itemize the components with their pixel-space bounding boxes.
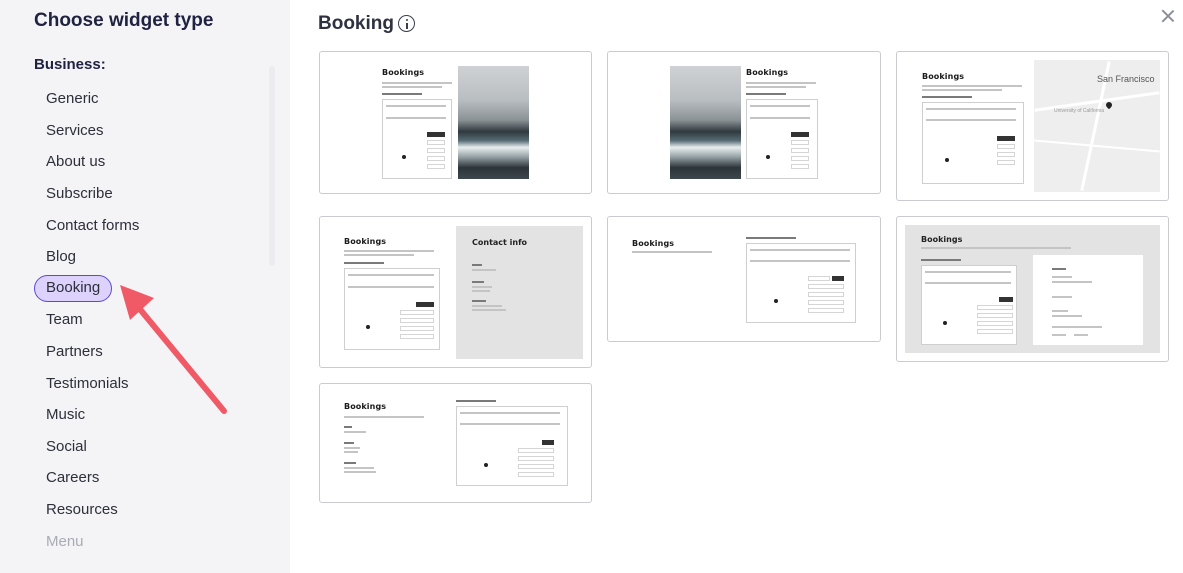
map-university-label: University of California xyxy=(1054,108,1105,114)
sidebar-item-services[interactable]: Services xyxy=(34,117,116,144)
template-heading: Bookings xyxy=(922,72,965,81)
template-preview: Bookings xyxy=(344,402,386,411)
sidebar-item-social[interactable]: Social xyxy=(34,433,99,460)
page-title: Booking xyxy=(318,13,394,34)
sidebar-item-partners[interactable]: Partners xyxy=(34,338,115,365)
info-icon[interactable] xyxy=(398,15,415,32)
booking-template-card-7[interactable]: Bookings xyxy=(319,383,592,503)
sidebar-title: Choose widget type xyxy=(34,10,214,31)
template-contact-panel: Contact info xyxy=(456,226,583,359)
template-heading: Bookings xyxy=(344,402,387,411)
close-icon[interactable] xyxy=(1158,6,1178,26)
sidebar-item-blog[interactable]: Blog xyxy=(34,243,88,270)
booking-template-card-1[interactable]: Bookings xyxy=(319,51,592,194)
template-summary-box xyxy=(1033,255,1143,345)
sidebar: Choose widget type Business: Generic Ser… xyxy=(0,0,290,573)
sidebar-item-team[interactable]: Team xyxy=(34,306,95,333)
template-heading: Bookings xyxy=(344,237,387,246)
booking-template-card-4[interactable]: Bookings Contact info xyxy=(319,216,592,368)
template-heading: Bookings xyxy=(746,68,789,77)
contact-info-heading: Contact info xyxy=(472,238,528,247)
template-heading: Bookings xyxy=(382,68,425,77)
template-heading: Bookings xyxy=(632,239,675,248)
sidebar-item-resources[interactable]: Resources xyxy=(34,496,130,523)
booking-template-card-6[interactable]: Bookings xyxy=(896,216,1169,362)
section-title-business: Business: xyxy=(34,56,106,73)
sidebar-item-testimonials[interactable]: Testimonials xyxy=(34,370,141,397)
sidebar-scrollbar[interactable] xyxy=(269,66,275,266)
template-photo xyxy=(670,66,741,179)
map-pin-icon xyxy=(1104,100,1114,110)
sidebar-item-music[interactable]: Music xyxy=(34,401,97,428)
sidebar-item-contact-forms[interactable]: Contact forms xyxy=(34,212,151,239)
booking-template-card-2[interactable]: Bookings xyxy=(607,51,881,194)
template-map: San Francisco University of California xyxy=(1034,60,1160,192)
template-preview: Bookings xyxy=(922,72,964,81)
template-preview: Bookings xyxy=(632,239,674,248)
sidebar-item-subscribe[interactable]: Subscribe xyxy=(34,180,125,207)
sidebar-item-booking[interactable]: Booking xyxy=(34,275,113,302)
template-grey-background: Bookings xyxy=(905,225,1160,353)
template-heading: Bookings xyxy=(921,235,963,244)
template-preview: Bookings xyxy=(382,68,424,77)
template-photo xyxy=(458,66,529,179)
sidebar-item-generic[interactable]: Generic xyxy=(34,85,111,112)
map-city-label: San Francisco xyxy=(1097,74,1155,84)
sidebar-item-careers[interactable]: Careers xyxy=(34,464,111,491)
booking-template-card-5[interactable]: Bookings xyxy=(607,216,881,342)
sidebar-item-menu[interactable]: Menu xyxy=(34,528,96,555)
booking-template-card-3[interactable]: Bookings San Francisco University of Cal… xyxy=(896,51,1169,201)
template-preview: Bookings xyxy=(344,237,386,246)
template-preview: Bookings xyxy=(746,68,788,77)
sidebar-item-about-us[interactable]: About us xyxy=(34,148,117,175)
